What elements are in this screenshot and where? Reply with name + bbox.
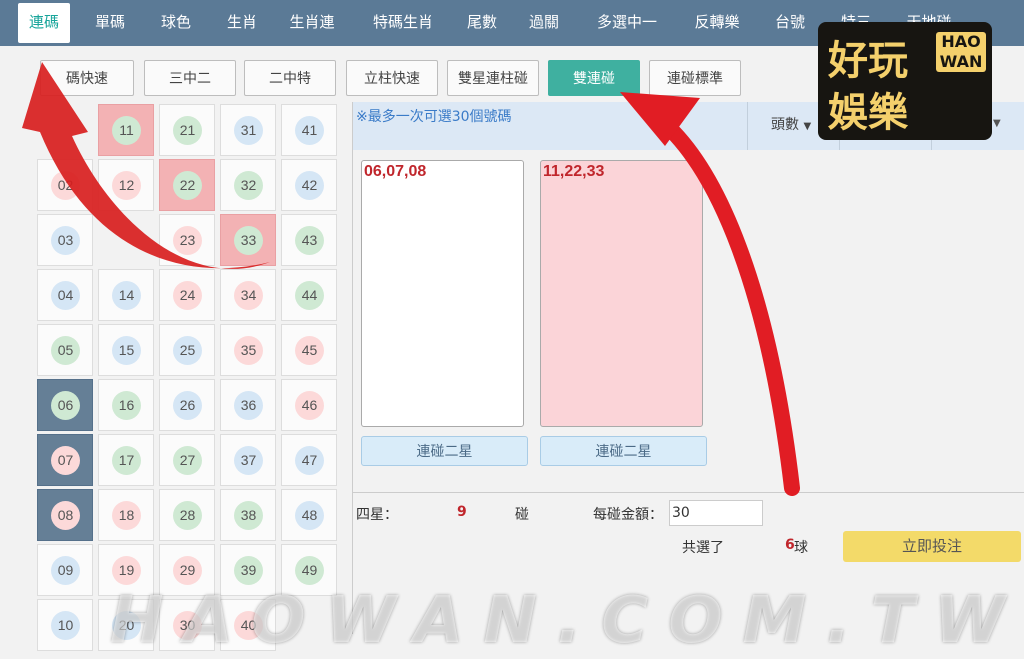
arrow-to-shuang-lian-peng-icon: [642, 104, 800, 496]
arrow-to-lianma-tab-icon: [22, 62, 270, 269]
watermark: HAOWAN.COM.TW: [110, 584, 1024, 658]
annotation-arrows: [22, 62, 800, 496]
